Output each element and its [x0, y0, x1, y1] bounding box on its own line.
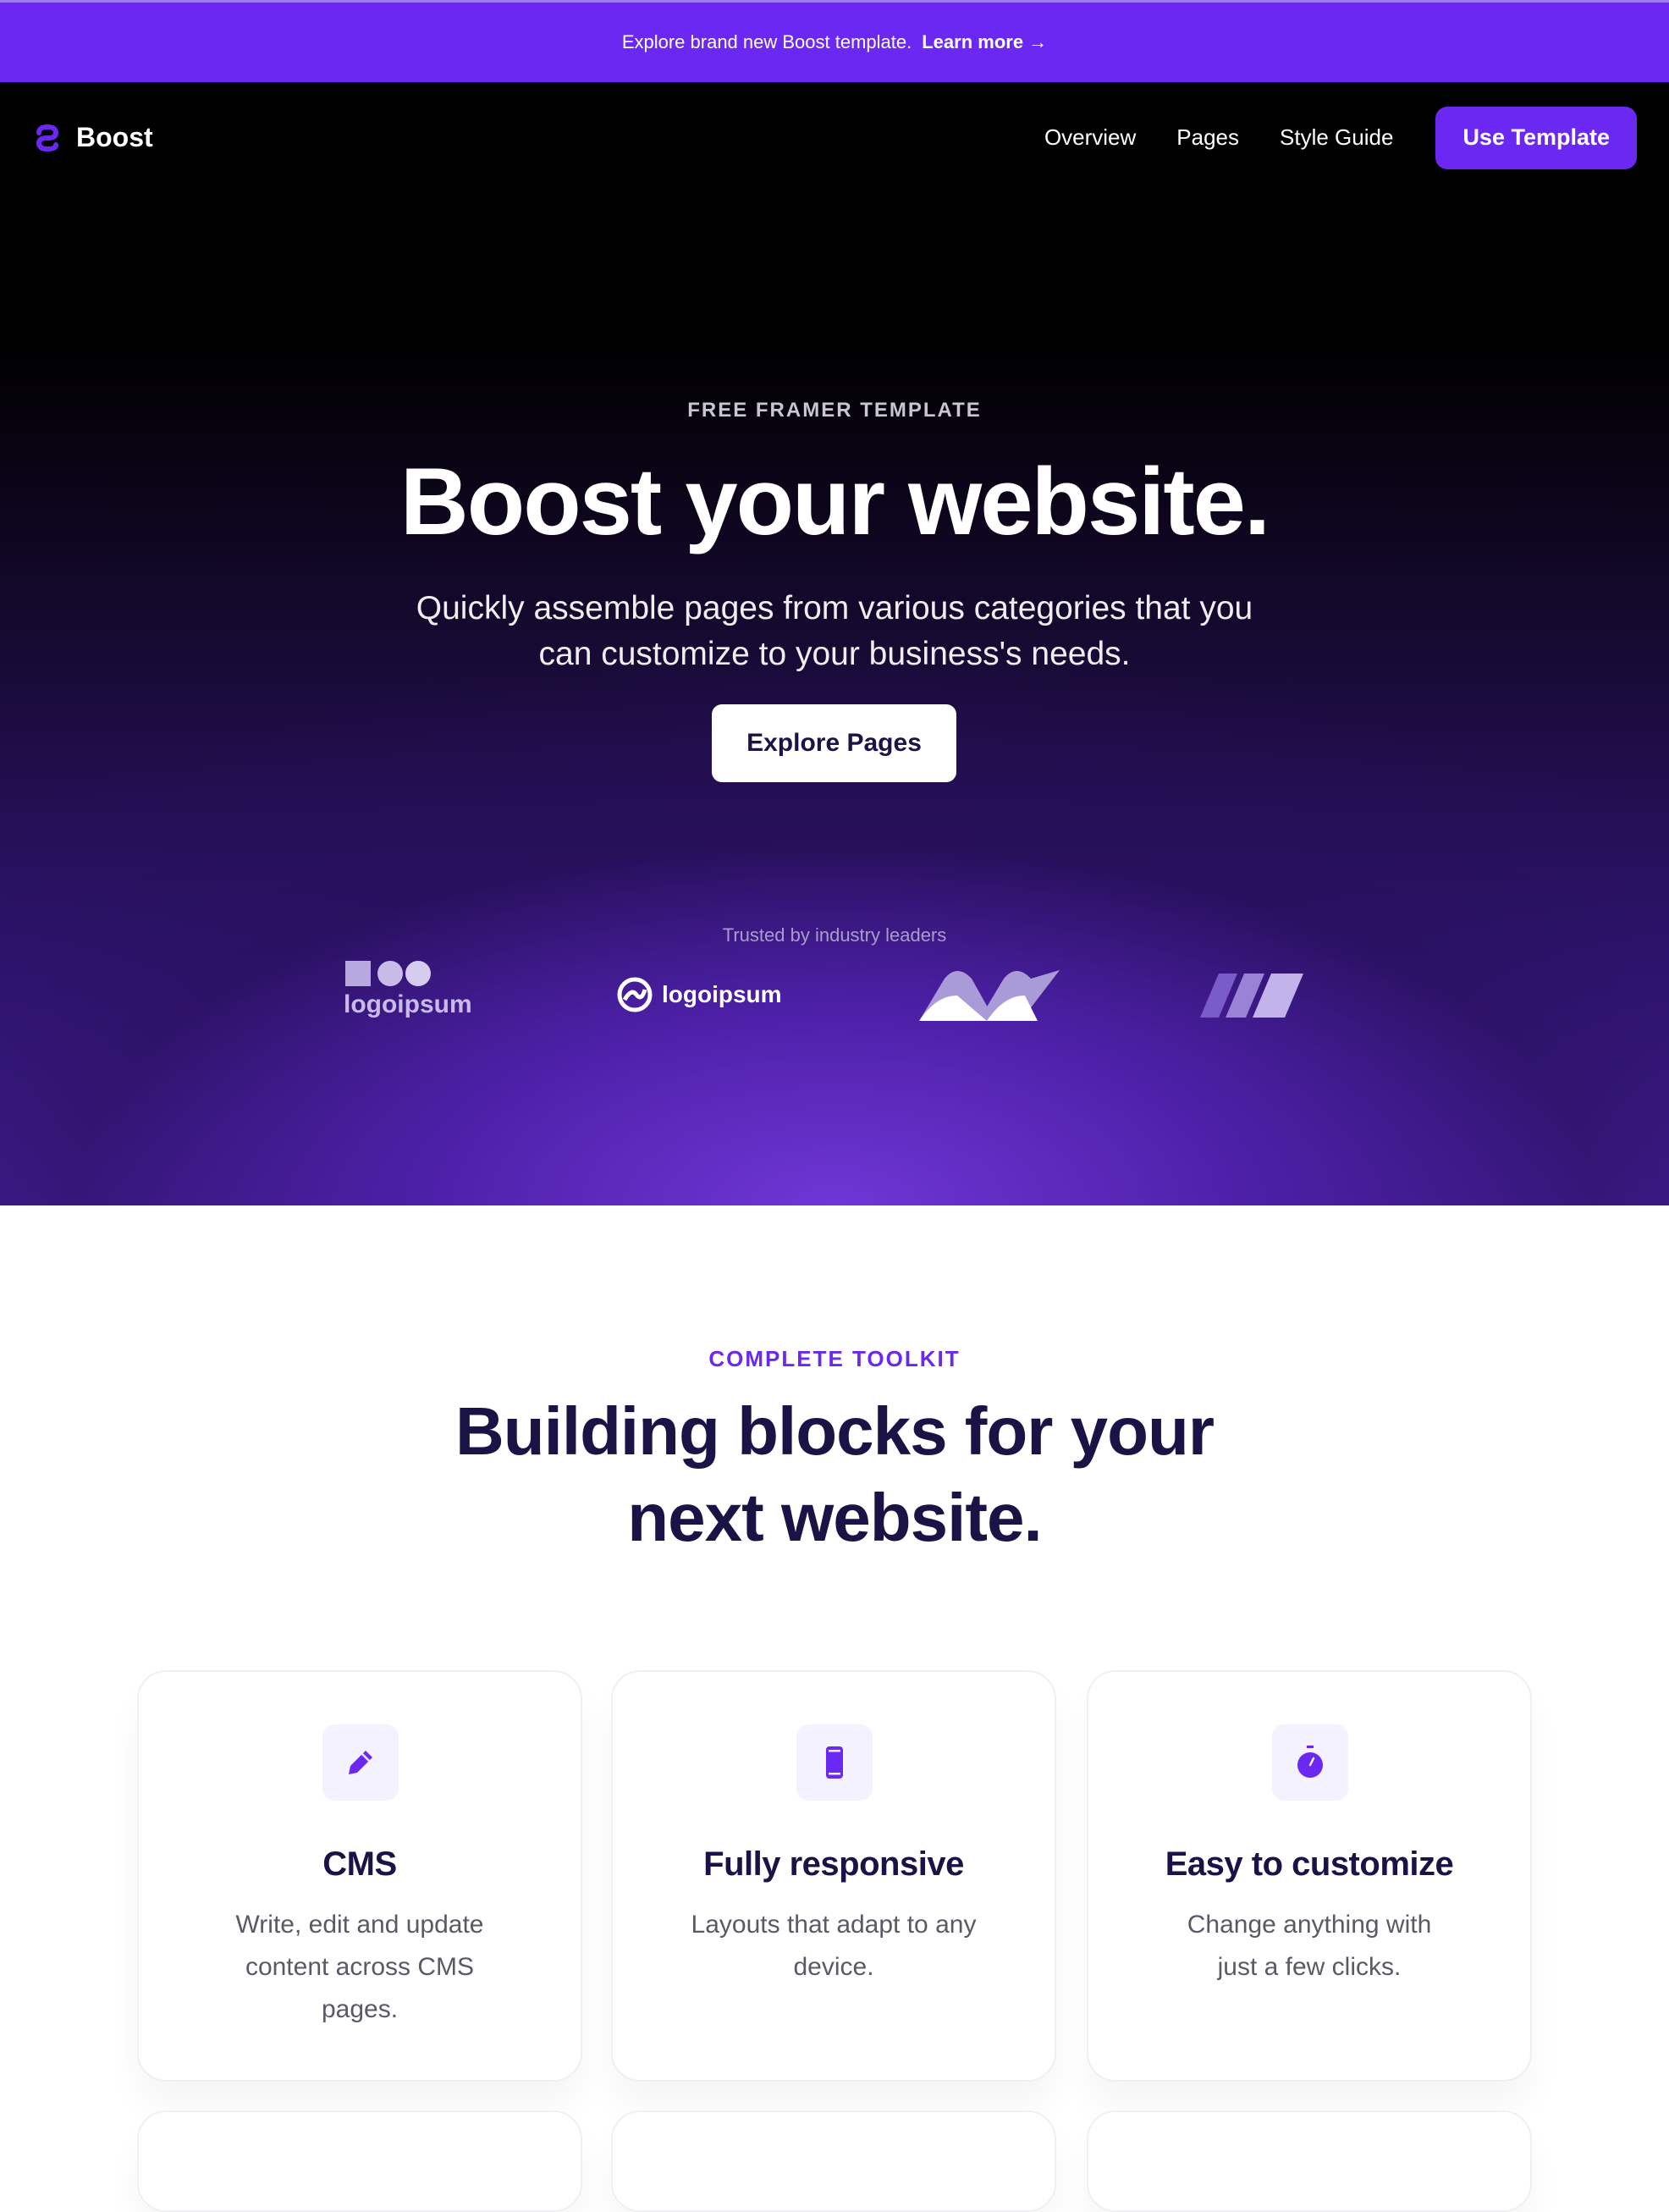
- hero-eyebrow: FREE FRAMER TEMPLATE: [687, 399, 982, 422]
- hero-title: Boost your website.: [399, 449, 1270, 554]
- card-description: Layouts that adapt to any device.: [691, 1911, 977, 1981]
- brand-name: Boost: [76, 122, 153, 152]
- logo-2-text: logoipsum: [662, 981, 782, 1007]
- shapes-logo-icon: [345, 961, 431, 986]
- feature-card-responsive: Fully responsive Layouts that adapt to a…: [611, 1670, 1056, 2082]
- nav-style-guide[interactable]: Style Guide: [1280, 124, 1393, 151]
- announcement-banner: Explore brand new Boost template. Learn …: [0, 0, 1669, 82]
- feature-card: [611, 2110, 1056, 2212]
- banner-text: Explore brand new Boost template.: [621, 31, 912, 52]
- stopwatch-icon: [1297, 1746, 1323, 1778]
- wave-logo-icon: [919, 970, 1060, 1021]
- partner-logo-1: logoipsum: [344, 959, 472, 1019]
- pencil-icon: [349, 1751, 372, 1774]
- card-title: Fully responsive: [703, 1845, 964, 1883]
- feature-card: [137, 2110, 582, 2212]
- feature-card-customize: Easy to customize Change anything with j…: [1087, 1670, 1532, 2082]
- phone-icon: [826, 1746, 843, 1779]
- feature-card-cms: CMS Write, edit and update content acros…: [137, 1670, 582, 2082]
- toolkit-heading-line-1: Building blocks for your: [454, 1393, 1215, 1469]
- navbar: Boost Overview Pages Style Guide Use Tem…: [0, 82, 1669, 193]
- feature-card: [1087, 2110, 1532, 2212]
- partner-logo-2: logoipsum: [616, 976, 782, 1013]
- explore-pages-button[interactable]: Explore Pages: [712, 704, 956, 782]
- card-title: CMS: [322, 1845, 397, 1883]
- subtitle-line-1: Quickly assemble pages from various cate…: [416, 590, 1253, 626]
- learn-more-link[interactable]: Learn more →: [922, 31, 1047, 53]
- toolkit-eyebrow: COMPLETE TOOLKIT: [708, 1346, 961, 1371]
- nav-pages[interactable]: Pages: [1176, 124, 1239, 151]
- boost-logo-icon: [36, 124, 59, 152]
- trusted-label: Trusted by industry leaders: [722, 924, 947, 946]
- toolkit-heading: Building blocks for your next website.: [0, 1388, 1669, 1561]
- globe-logo-icon: [617, 977, 653, 1012]
- subtitle-line-2: can customize to your business's needs.: [538, 636, 1131, 672]
- nav-overview[interactable]: Overview: [1044, 124, 1136, 151]
- brand-logo[interactable]: Boost: [32, 122, 153, 153]
- stripes-logo-icon: [1200, 974, 1303, 1018]
- card-title: Easy to customize: [1165, 1845, 1454, 1883]
- use-template-button[interactable]: Use Template: [1435, 106, 1637, 169]
- card-description: Change anything with just a few clicks.: [1187, 1911, 1432, 1981]
- logo-1-text: logoipsum: [344, 990, 472, 1018]
- hero-section: FREE FRAMER TEMPLATE Boost your website.…: [0, 193, 1669, 1205]
- card-description: Write, edit and update content across CM…: [235, 1911, 484, 2023]
- toolkit-heading-line-2: next website.: [627, 1480, 1042, 1555]
- hero-subtitle: Quickly assemble pages from various cate…: [0, 586, 1669, 677]
